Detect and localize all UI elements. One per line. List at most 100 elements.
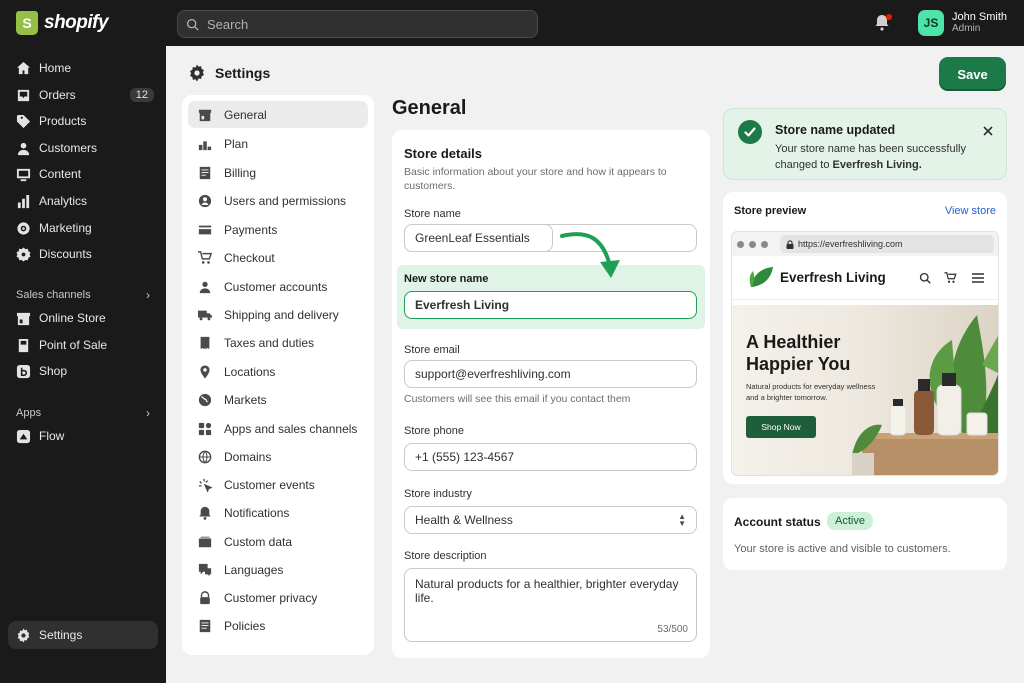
leaf-logo-icon [749,267,773,287]
marketing-icon [17,221,30,235]
character-count: 53/500 [657,624,688,635]
menu-item-label: Customer accounts [224,279,328,294]
sidebar-item-label: Home [39,61,72,75]
menu-item-label: Locations [224,364,276,379]
window-dot [749,240,756,248]
settings-menu: General Plan Billing Users and permissio… [182,95,374,655]
sidebar-item-home[interactable]: Home [8,55,158,81]
menu-item-label: Billing [224,165,257,180]
store-icon [16,312,31,325]
notification-dot [886,14,892,20]
globe-icon [198,450,212,463]
menu-item-plan[interactable]: Plan [188,130,368,157]
lock-icon [200,590,210,604]
settings-header: Settings [188,64,270,82]
sidebar-item-marketing[interactable]: Marketing [8,215,158,241]
success-toast: Store name updated Your store name has b… [723,108,1007,180]
home-icon [16,61,31,74]
save-button[interactable]: Save [939,57,1006,91]
view-store-link[interactable]: View store [945,205,996,217]
window-dot [737,240,744,248]
menu-item-apps[interactable]: Apps and sales channels [188,415,368,442]
preview-store-name: Everfresh Living [780,270,886,285]
account-status-description: Your store is active and visible to cust… [734,543,951,555]
store-preview-title: Store preview [734,205,807,217]
account-status-title: Account status [734,515,821,529]
sidebar-item-point-of-sale[interactable]: Point of Sale [8,332,158,358]
search-bar[interactable] [177,10,538,38]
menu-item-label: Shipping and delivery [224,307,339,322]
shopify-logo[interactable]: S shopify [16,11,166,35]
menu-item-locations[interactable]: Locations [188,358,368,385]
store-phone-input[interactable]: +1 (555) 123-4567 [404,443,697,471]
store-name-input[interactable]: GreenLeaf Essentials [404,224,553,252]
menu-item-notifications[interactable]: Notifications [188,499,368,526]
translate-icon [198,563,212,576]
orders-icon [17,89,30,101]
payments-icon [198,225,212,234]
sidebar-item-label: Shop [39,364,68,378]
menu-item-general[interactable]: General [188,101,368,128]
sidebar-item-label: Discounts [39,247,92,261]
check-circle-icon [738,120,762,144]
sidebar-item-label: Marketing [39,221,92,235]
menu-item-customer-privacy[interactable]: Customer privacy [188,584,368,611]
menu-item-checkout[interactable]: Checkout [188,244,368,271]
sidebar-item-label: Analytics [39,194,88,208]
sidebar-item-analytics[interactable]: Analytics [8,188,158,214]
menu-item-taxes[interactable]: Taxes and duties [188,329,368,356]
sidebar-item-label: Products [39,114,87,128]
sidebar-item-discounts[interactable]: Discounts [8,241,158,267]
sidebar-item-customers[interactable]: Customers [8,135,158,161]
menu-item-customer-accounts[interactable]: Customer accounts [188,273,368,300]
user-menu[interactable]: JS John Smith Admin [918,10,1007,36]
hero-banner: A Healthier Happier You Natural products… [732,305,998,475]
menu-item-users[interactable]: Users and permissions [188,187,368,214]
apps-grid-icon [198,422,212,435]
store-name-label: Store name [404,208,461,220]
menu-item-shipping[interactable]: Shipping and delivery [188,301,368,328]
notifications-bell-icon[interactable] [874,14,892,32]
section-label: Apps [16,407,42,419]
menu-item-label: Policies [224,618,266,633]
store-icon [198,109,212,121]
menu-item-languages[interactable]: Languages [188,556,368,583]
search-icon [919,272,931,284]
new-store-name-input[interactable]: Everfresh Living [404,291,697,319]
sidebar-item-flow[interactable]: Flow [8,423,158,449]
logo-text: shopify [44,12,109,33]
menu-item-customer-events[interactable]: Customer events [188,471,368,498]
store-email-input[interactable]: support@everfreshliving.com [404,360,697,388]
apps-header[interactable]: Apps › [16,406,150,420]
sales-channels-header[interactable]: Sales channels › [16,288,150,302]
menu-item-label: Apps and sales channels [224,421,358,436]
store-description-textarea[interactable]: Natural products for a healthier, bright… [404,568,697,642]
menu-item-label: Payments [224,222,278,237]
search-input[interactable] [207,16,537,32]
menu-item-billing[interactable]: Billing [188,159,368,186]
menu-item-label: Checkout [224,250,275,265]
hamburger-menu-icon [972,273,984,283]
window-dot [761,240,768,248]
truck-icon [198,310,212,320]
sidebar-item-online-store[interactable]: Online Store [8,305,158,331]
menu-item-policies[interactable]: Policies [188,612,368,639]
folder-icon [198,536,212,547]
orders-count-badge: 12 [129,88,154,102]
menu-item-label: Users and permissions [224,193,347,208]
store-industry-select[interactable]: Health & Wellness ▲ ▼ [404,506,697,534]
shop-now-button[interactable]: Shop Now [746,416,816,438]
menu-item-payments[interactable]: Payments [188,216,368,243]
sidebar-item-orders[interactable]: Orders 12 [8,82,158,108]
sidebar-item-label: Flow [39,429,65,443]
user-role: Admin [952,23,981,34]
sidebar-item-shop[interactable]: Shop [8,358,158,384]
menu-item-domains[interactable]: Domains [188,443,368,470]
menu-item-markets[interactable]: Markets [188,386,368,413]
sidebar-item-settings[interactable]: Settings [8,621,158,649]
close-icon[interactable] [982,125,994,137]
cart-icon [198,250,212,264]
sidebar-item-content[interactable]: Content [8,161,158,187]
sidebar-item-products[interactable]: Products [8,108,158,134]
menu-item-custom-data[interactable]: Custom data [188,528,368,555]
